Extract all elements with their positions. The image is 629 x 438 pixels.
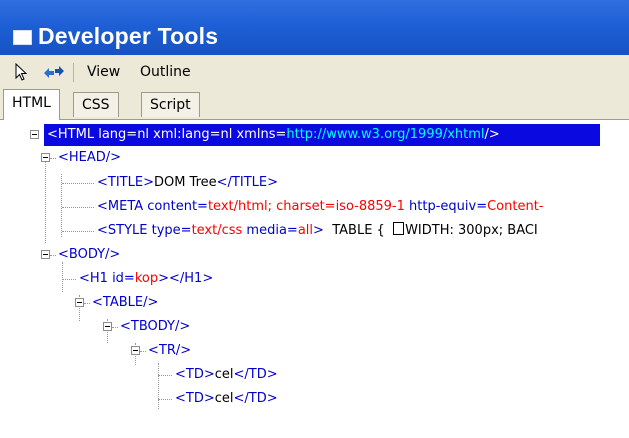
tag-name: <STYLE type= (97, 223, 192, 238)
tree-connector (140, 351, 146, 352)
cursor-pointer-icon[interactable] (12, 61, 32, 83)
tree-node-tr[interactable]: <TR/> (0, 340, 629, 362)
tag-close: </TITLE> (216, 175, 278, 190)
tag-name: <TBODY/> (120, 319, 191, 334)
attr-value: Content- (487, 199, 544, 214)
tag-name: <TD> (175, 391, 215, 406)
tab-css[interactable]: CSS (73, 92, 119, 117)
attr-value: text/css (191, 223, 243, 238)
collapse-icon[interactable] (75, 298, 84, 307)
window-icon (13, 30, 32, 45)
tag-close: > (313, 223, 324, 238)
attr-value: nl (220, 127, 233, 142)
tree-connector (158, 375, 172, 376)
text-node: TABLE { (323, 223, 394, 238)
tree-node-head[interactable]: <HEAD/> (0, 147, 629, 169)
tree-node-tbody[interactable]: <TBODY/> (0, 316, 629, 338)
tree-node-td[interactable]: <TD>cel</TD> (0, 364, 629, 386)
tree-connector (50, 158, 56, 159)
tree-connector (62, 183, 94, 184)
tag-close: </TD> (233, 391, 278, 406)
tree-connector (84, 303, 90, 304)
tag-name: <BODY/> (58, 247, 121, 262)
attr-name: media= (242, 223, 298, 238)
tree-node-html[interactable]: <HTML lang=nl xml:lang=nl xmlns=http://w… (0, 124, 629, 146)
tag-close: ></H1> (158, 271, 214, 286)
tree-connector (62, 231, 94, 232)
tree-connector (112, 327, 118, 328)
dom-tree-panel: <HTML lang=nl xml:lang=nl xmlns=http://w… (0, 119, 629, 438)
collapse-icon[interactable] (41, 153, 50, 162)
tree-node-body[interactable]: <BODY/> (0, 244, 629, 266)
attr-name: xml:lang= (149, 127, 221, 142)
collapse-icon[interactable] (41, 250, 50, 259)
tree-connector (62, 279, 76, 280)
toolbar: View Outline (0, 55, 629, 90)
window-title-bar[interactable]: Developer Tools (0, 0, 629, 55)
arrows-icon[interactable] (40, 61, 68, 83)
window-title: Developer Tools (38, 23, 219, 49)
tree-node-style[interactable]: <STYLE type=text/css media=all> TABLE { … (0, 220, 629, 242)
tab-html[interactable]: HTML (3, 89, 60, 120)
text-node: WIDTH: 300px; BACI (405, 223, 538, 238)
attr-value-url: http://www.w3.org/1999/xhtml (286, 127, 485, 142)
toolbar-separator (73, 63, 74, 82)
tag-name: <HEAD/> (58, 150, 122, 165)
tag-name: <TABLE/> (92, 295, 159, 310)
control-char-icon (393, 222, 405, 235)
tag-name: <H1 id= (79, 271, 135, 286)
outline-menu[interactable]: Outline (140, 63, 191, 81)
tab-strip: HTML CSS Script (0, 89, 629, 120)
tag-close: </TD> (233, 367, 278, 382)
tree-connector (50, 255, 56, 256)
attr-value: all (297, 223, 314, 238)
text-node: DOM Tree (153, 175, 217, 190)
tree-connector (62, 207, 94, 208)
attr-value: nl (137, 127, 150, 142)
tree-node-title[interactable]: <TITLE>DOM Tree</TITLE> (0, 172, 629, 194)
tree-node-h1[interactable]: <H1 id=kop></H1> (0, 268, 629, 290)
tree-node-meta[interactable]: <META content=text/html; charset=iso-885… (0, 196, 629, 218)
view-menu[interactable]: View (87, 63, 120, 81)
text-node: cel (214, 391, 234, 406)
collapse-icon[interactable] (30, 130, 39, 139)
tag-name: <TR/> (148, 343, 192, 358)
attr-name: xmlns= (232, 127, 287, 142)
collapse-icon[interactable] (103, 322, 112, 331)
tag-name: <TITLE> (97, 175, 154, 190)
attr-value: text/html; charset=iso-8859-1 (207, 199, 405, 214)
tree-node-td[interactable]: <TD>cel</TD> (0, 388, 629, 410)
collapse-icon[interactable] (131, 346, 140, 355)
attr-name: http-equiv= (404, 199, 488, 214)
tag-name: <TD> (175, 367, 215, 382)
attr-value: kop (134, 271, 159, 286)
tag-name: <HTML (47, 127, 95, 142)
tab-script[interactable]: Script (141, 92, 200, 117)
tree-node-table[interactable]: <TABLE/> (0, 292, 629, 314)
tree-connector (158, 399, 172, 400)
text-node: cel (214, 367, 234, 382)
tag-name: <META content= (97, 199, 208, 214)
attr-name: lang= (94, 127, 138, 142)
tag-close: /> (484, 127, 500, 142)
